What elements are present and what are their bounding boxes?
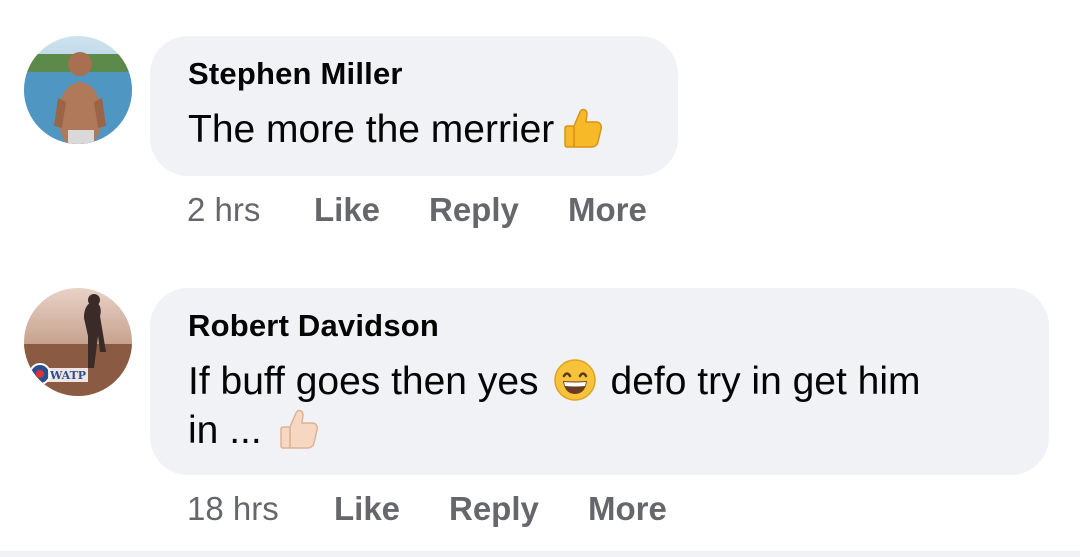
comment-text-line1-rest: defo try in get him [610,360,921,403]
avatar-photo: WATP [24,288,132,396]
comment-author[interactable]: Robert Davidson [188,308,439,344]
comment-text: If buff goes then yes defo try in get hi… [188,358,921,406]
thumbs-up-light-skin-icon [276,407,320,451]
bottom-divider [0,551,1080,557]
comment-time[interactable]: 18 hrs [187,490,279,528]
more-button[interactable]: More [588,490,667,528]
comments-page: Stephen Miller The more the merrier 2 hr… [0,0,1080,557]
like-button[interactable]: Like [334,490,400,528]
reply-button[interactable]: Reply [449,490,539,528]
comment-actions: 18 hrs Like Reply More [187,490,787,530]
avatar[interactable]: WATP [24,288,132,396]
grinning-face-icon [553,358,597,402]
comment-text-line2[interactable]: in ... [188,409,262,452]
avatar-badge-text: WATP [49,369,86,382]
comment-text-line1: If buff goes then yes [188,360,539,403]
comment-text-second-line: in ... [188,407,320,455]
comment-item: WATP Robert Davidson If buff goes then y… [0,0,1080,557]
comment-bubble: Robert Davidson If buff goes then yes de… [150,288,1049,475]
